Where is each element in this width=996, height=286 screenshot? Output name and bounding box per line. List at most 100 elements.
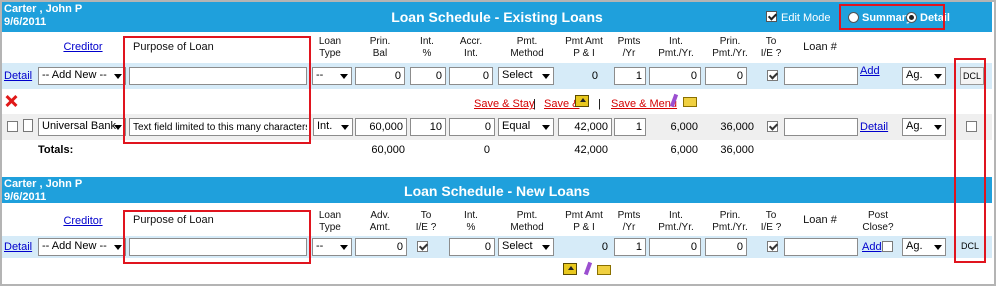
to-ie-header: To I/E ? bbox=[760, 210, 782, 233]
ag-select[interactable]: Ag. bbox=[902, 67, 946, 85]
delete-icon[interactable] bbox=[4, 94, 18, 108]
add-link[interactable]: Add bbox=[860, 65, 880, 77]
chevron-down-icon bbox=[542, 74, 550, 79]
purpose-header: Purpose of Loan bbox=[133, 41, 214, 53]
detail-link[interactable]: Detail bbox=[4, 241, 32, 253]
save-menu-link[interactable]: Save & Menu bbox=[611, 98, 677, 110]
to-ie-header: To I/E ? bbox=[415, 210, 437, 233]
envelope-icon[interactable] bbox=[597, 265, 611, 275]
prin-bal-input[interactable] bbox=[355, 118, 407, 136]
creditor-select[interactable]: -- Add New -- bbox=[38, 238, 126, 256]
to-ie-checkbox[interactable] bbox=[767, 241, 778, 252]
prin-pmt-yr-header: Prin. Pmt./Yr. bbox=[712, 36, 748, 59]
loan-type-select[interactable]: Int. bbox=[313, 118, 353, 136]
adv-amt-input[interactable] bbox=[355, 238, 407, 256]
prin-pmt-yr-input[interactable] bbox=[705, 67, 747, 85]
post-close-checkbox[interactable] bbox=[882, 241, 893, 252]
prin-pmt-yr-value: 36,000 bbox=[720, 121, 754, 133]
save-stay-link[interactable]: Save & Stay bbox=[474, 98, 535, 110]
creditor-select-value: -- Add New -- bbox=[42, 69, 107, 81]
purpose-header: Purpose of Loan bbox=[133, 214, 214, 226]
pmt-method-header: Pmt. Method bbox=[510, 36, 544, 59]
loan-type-select[interactable]: -- bbox=[312, 238, 352, 256]
existing-new-entry-row: Detail -- Add New -- -- Select 0 Add Ag.… bbox=[2, 63, 992, 89]
ag-select-value: Ag. bbox=[906, 69, 923, 81]
pmt-method-select[interactable]: Equal bbox=[498, 118, 554, 136]
dcl-checkbox[interactable] bbox=[966, 121, 977, 132]
pmt-amt-input[interactable] bbox=[558, 118, 612, 136]
detail-link[interactable]: Detail bbox=[860, 121, 888, 133]
loan-no-input[interactable] bbox=[784, 238, 858, 256]
action-separator: | bbox=[598, 98, 601, 110]
to-ie-checkbox[interactable] bbox=[417, 241, 428, 252]
loan-type-select[interactable]: -- bbox=[312, 67, 352, 85]
summary-label: Summary bbox=[862, 12, 913, 24]
int-pct-input[interactable] bbox=[410, 118, 446, 136]
to-ie-checkbox[interactable] bbox=[767, 121, 778, 132]
pmts-yr-input[interactable] bbox=[614, 67, 646, 85]
edit-mode-checkbox[interactable] bbox=[766, 11, 778, 22]
prin-pmt-yr-input[interactable] bbox=[705, 238, 747, 256]
purpose-input[interactable] bbox=[129, 118, 311, 136]
chevron-down-icon bbox=[542, 245, 550, 250]
totals-pmt-amt: 42,000 bbox=[574, 144, 608, 156]
ag-select[interactable]: Ag. bbox=[902, 238, 946, 256]
creditor-select[interactable]: -- Add New -- bbox=[38, 67, 126, 85]
ag-select-value: Ag. bbox=[906, 120, 923, 132]
int-pmt-yr-input[interactable] bbox=[649, 238, 701, 256]
int-pmt-yr-input[interactable] bbox=[649, 67, 701, 85]
loan-no-input[interactable] bbox=[784, 67, 858, 85]
accr-int-header: Accr. Int. bbox=[459, 36, 483, 59]
purpose-input[interactable] bbox=[129, 67, 307, 85]
row-select-checkbox[interactable] bbox=[7, 121, 18, 132]
pmt-method-select[interactable]: Select bbox=[498, 67, 554, 85]
chevron-down-icon bbox=[542, 125, 550, 130]
existing-loan-row: Universal Bank Int. Equal 6,000 36,000 D… bbox=[2, 114, 992, 140]
pmt-method-select[interactable]: Select bbox=[498, 238, 554, 256]
totals-label: Totals: bbox=[38, 144, 74, 156]
pmt-amt-header: Pmt Amt P & I bbox=[565, 36, 603, 59]
creditor-select[interactable]: Universal Bank bbox=[38, 118, 126, 136]
purpose-input[interactable] bbox=[129, 238, 307, 256]
add-link[interactable]: Add bbox=[862, 241, 882, 253]
int-pmt-yr-header: Int. Pmt./Yr. bbox=[658, 36, 694, 59]
document-icon[interactable] bbox=[23, 119, 33, 132]
pmts-yr-input[interactable] bbox=[614, 118, 646, 136]
dcl-label: DCL bbox=[961, 241, 980, 251]
chevron-down-icon bbox=[341, 125, 349, 130]
pmts-yr-input[interactable] bbox=[614, 238, 646, 256]
int-pct-header: Int. % bbox=[420, 36, 434, 59]
summary-radio[interactable] bbox=[848, 12, 859, 23]
creditor-header-link[interactable]: Creditor bbox=[58, 215, 108, 227]
folder-up-icon[interactable] bbox=[563, 263, 577, 275]
loan-type-header: Loan Type bbox=[318, 36, 342, 59]
detail-radio[interactable] bbox=[906, 12, 917, 23]
pmt-method-value: Equal bbox=[502, 120, 531, 132]
int-pct-input[interactable] bbox=[449, 238, 495, 256]
to-ie-checkbox[interactable] bbox=[767, 70, 778, 81]
int-pct-input[interactable] bbox=[410, 67, 446, 85]
detail-label: Detail bbox=[920, 12, 950, 24]
folder-up-icon[interactable] bbox=[575, 95, 589, 107]
chevron-down-icon bbox=[114, 245, 122, 250]
loan-no-header: Loan # bbox=[803, 41, 837, 53]
accr-int-input[interactable] bbox=[449, 118, 495, 136]
loan-no-input[interactable] bbox=[784, 118, 858, 136]
creditor-select-value: -- Add New -- bbox=[42, 240, 107, 252]
ag-select[interactable]: Ag. bbox=[902, 118, 946, 136]
totals-int-pmt-yr: 6,000 bbox=[670, 144, 698, 156]
accr-int-input[interactable] bbox=[449, 67, 493, 85]
action-separator: | bbox=[533, 98, 536, 110]
dcl-button[interactable]: DCL bbox=[960, 67, 984, 85]
totals-prin-pmt-yr: 36,000 bbox=[720, 144, 754, 156]
detail-link[interactable]: Detail bbox=[4, 70, 32, 82]
edit-mode-label: Edit Mode bbox=[781, 12, 831, 24]
int-pmt-yr-header: Int. Pmt./Yr. bbox=[658, 210, 694, 233]
pmt-amt-value: 0 bbox=[601, 241, 608, 253]
chevron-down-icon bbox=[934, 74, 942, 79]
envelope-icon[interactable] bbox=[683, 97, 697, 107]
creditor-header-link[interactable]: Creditor bbox=[58, 41, 108, 53]
prin-bal-input[interactable] bbox=[355, 67, 405, 85]
pmt-amt-header: Pmt Amt P & I bbox=[565, 210, 603, 233]
pmts-yr-header: Pmts /Yr bbox=[617, 36, 641, 59]
